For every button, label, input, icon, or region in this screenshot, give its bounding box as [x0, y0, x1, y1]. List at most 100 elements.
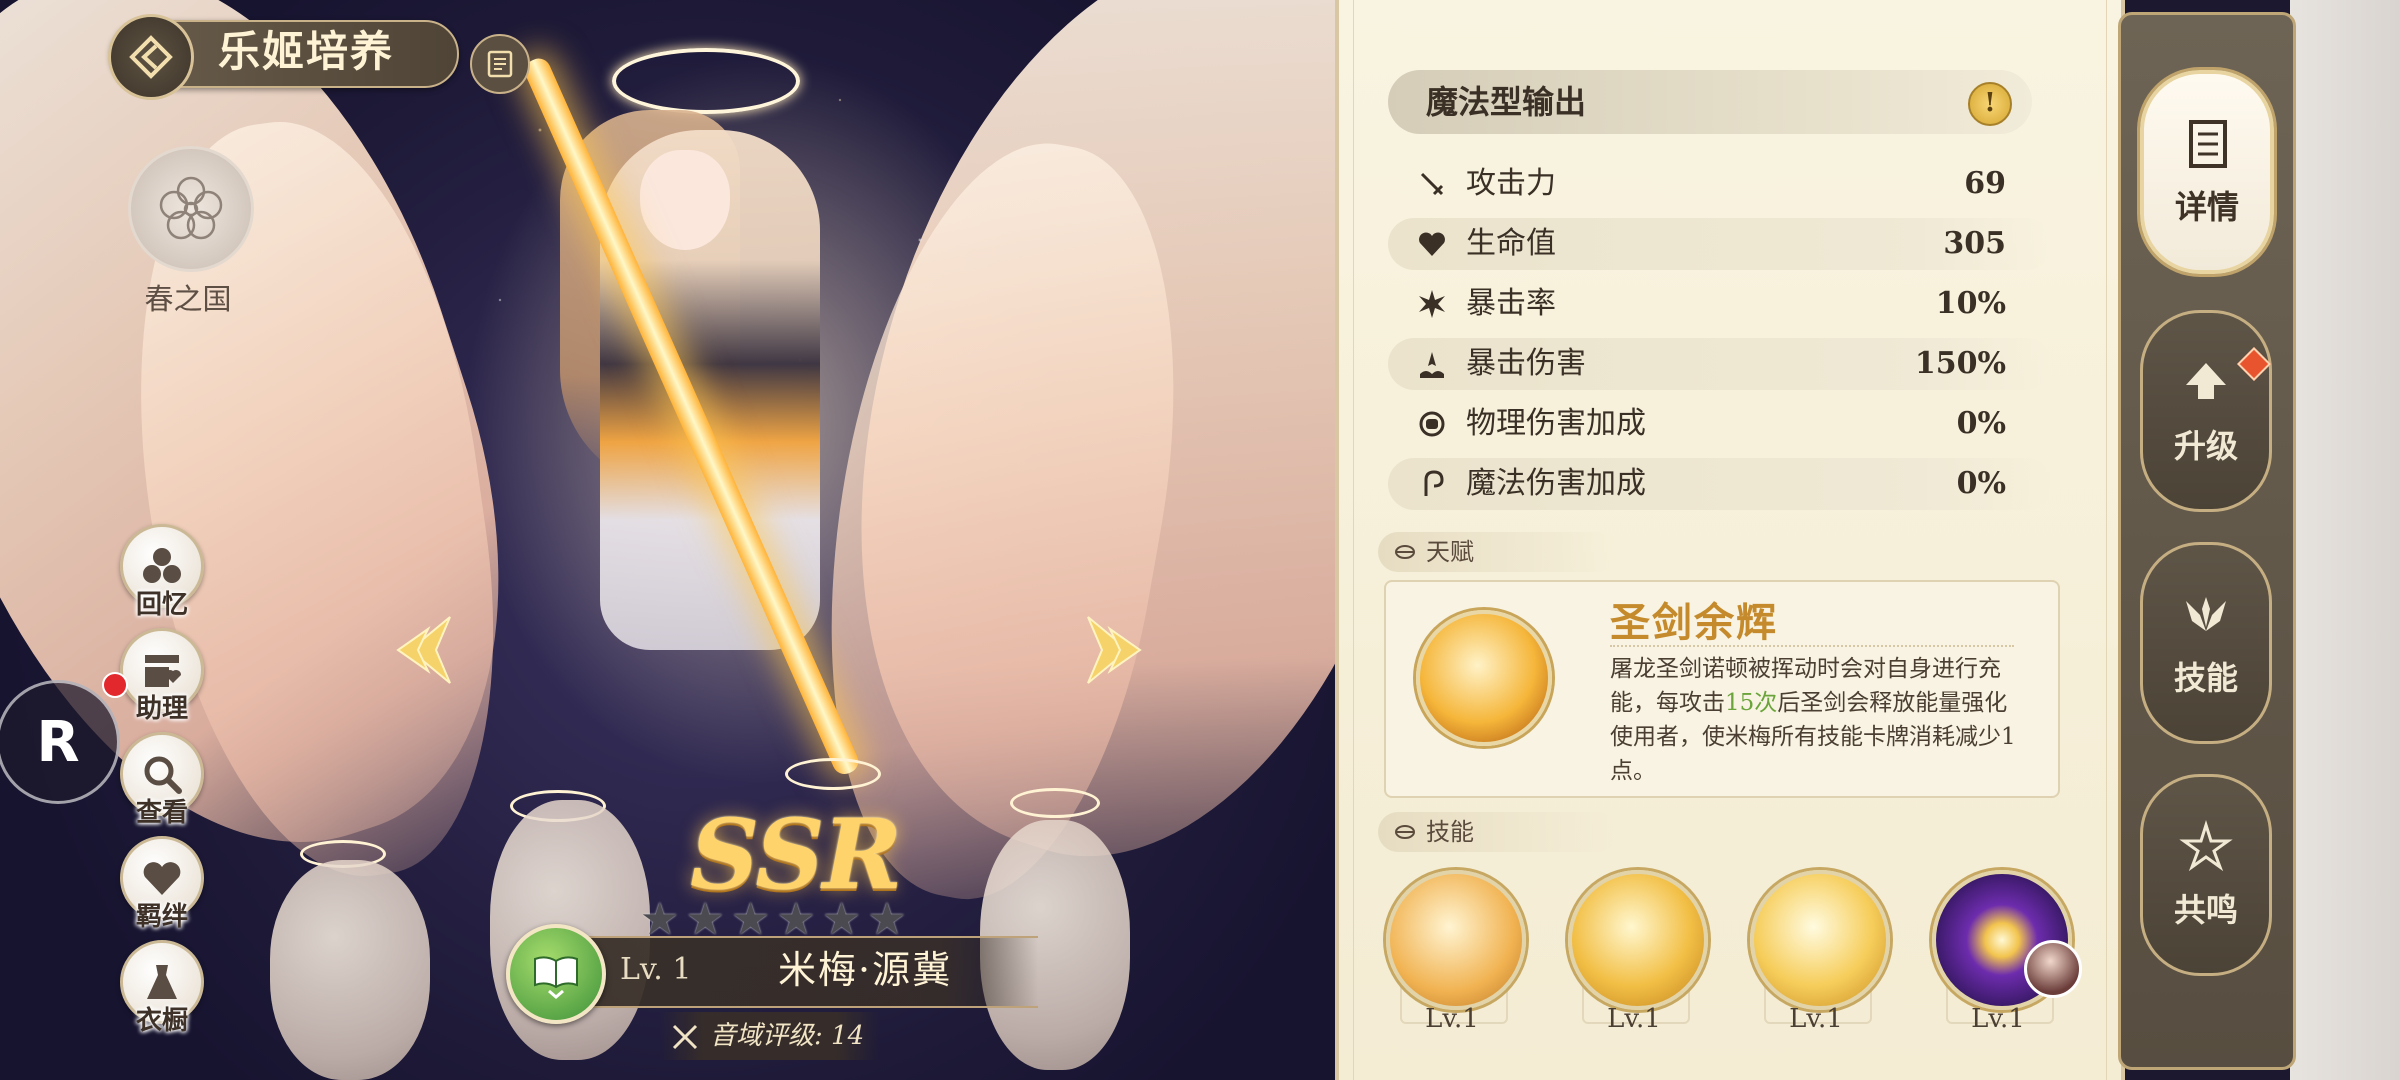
region-emblem[interactable]	[128, 146, 254, 272]
tab-resonance-shape: 共鸣	[2140, 774, 2272, 976]
character-halo	[612, 48, 800, 114]
talent-description: 屠龙圣剑诺顿被挥动时会对自身进行充能，每攻击15次后圣剑会释放能量强化使用者，使…	[1610, 652, 2030, 788]
tab-resonance-label: 共鸣	[2173, 891, 2238, 929]
skill-section-header: 技能	[1378, 812, 1618, 852]
stat-row-crit-rate: 暴击率 10%	[1388, 278, 2052, 330]
tab-resonance[interactable]: 共鸣	[2140, 774, 2272, 976]
tab-upgrade-shape: 升级	[2140, 310, 2272, 512]
assistant-notification-dot	[102, 672, 128, 698]
skill-4-level: Lv.1	[1971, 1004, 2025, 1034]
stat-value: 150%	[1914, 346, 2006, 381]
stat-value: 0%	[1956, 466, 2006, 501]
bond-label: 羁绊	[135, 902, 188, 932]
upgrade-arrow-icon	[2186, 363, 2226, 399]
fist-icon	[1419, 411, 1445, 437]
background-edge	[2290, 0, 2400, 1080]
skill-1-icon[interactable]	[1386, 870, 1526, 1010]
stat-label: 魔法伤害加成	[1466, 466, 1646, 501]
magnifier-icon	[144, 756, 182, 794]
memory-label: 回忆	[135, 590, 188, 620]
skill-2-icon[interactable]	[1568, 870, 1708, 1010]
stat-value: 0%	[1956, 406, 2006, 441]
character-name: 米梅·源冀	[778, 948, 953, 992]
view-label: 查看	[135, 798, 188, 828]
character-face	[640, 150, 730, 250]
stat-value: 10%	[1935, 286, 2006, 321]
assistant-label: 助理	[135, 694, 188, 724]
stat-row-attack: 攻击力 69	[1388, 158, 2052, 210]
stat-row-magic-bonus: 魔法伤害加成 0%	[1388, 458, 2052, 510]
stat-label: 生命值	[1466, 226, 1556, 261]
talent-name: 圣剑余辉	[1610, 599, 1778, 646]
talent-section-label: 天赋	[1426, 538, 1474, 566]
tab-details[interactable]: 详情	[2140, 70, 2274, 274]
stat-label: 物理伤害加成	[1466, 406, 1646, 441]
star-sparkle-icon	[2179, 819, 2233, 872]
wardrobe-label: 衣橱	[135, 1006, 188, 1036]
triple-circle-icon	[143, 548, 181, 583]
tab-details-shape: 详情	[2140, 70, 2274, 274]
tab-upgrade[interactable]: 升级	[2140, 310, 2272, 512]
wings-icon	[2186, 597, 2226, 631]
memory-button[interactable]: 回忆	[120, 524, 204, 621]
sword-icon	[1420, 172, 1444, 196]
wand-icon	[1424, 470, 1444, 496]
guide-button[interactable]	[470, 34, 530, 94]
previous-character-arrow-icon[interactable]	[388, 605, 478, 695]
talent-section-header: 天赋	[1378, 532, 1618, 572]
wave-icon	[1420, 352, 1444, 378]
region-label: 春之国	[144, 282, 232, 316]
stat-label: 暴击率	[1466, 286, 1556, 321]
skill-2-level: Lv.1	[1607, 1004, 1661, 1034]
skill-4-portrait	[2024, 940, 2082, 998]
dress-icon	[147, 965, 177, 999]
talent-desc-highlight: 15次	[1725, 690, 1778, 716]
cherub-figure	[270, 860, 430, 1080]
wardrobe-button[interactable]: 衣橱	[120, 940, 204, 1037]
view-button[interactable]: 查看	[120, 732, 204, 829]
burst-icon	[1419, 290, 1445, 318]
document-icon	[2189, 120, 2227, 168]
back-button[interactable]	[108, 14, 194, 100]
bond-button[interactable]: 羁绊	[120, 836, 204, 933]
assistant-icon	[145, 655, 181, 687]
tab-skills-label: 技能	[2173, 659, 2238, 697]
cherub-halo	[785, 758, 881, 790]
page-title: 乐姬培养	[218, 27, 395, 76]
tab-skills-shape: 技能	[2140, 542, 2272, 744]
assistant-button[interactable]: 助理	[120, 628, 204, 725]
skill-section-label: 技能	[1426, 818, 1474, 846]
eye-icon	[1395, 545, 1415, 559]
character-level: Lv. 1	[620, 952, 692, 987]
skill-3-level: Lv.1	[1789, 1004, 1843, 1034]
tab-upgrade-label: 升级	[2173, 427, 2238, 465]
talent-divider	[1610, 645, 2014, 647]
talent-icon[interactable]	[1416, 610, 1552, 746]
skill-1-level: Lv.1	[1425, 1004, 1479, 1034]
stat-row-hp: 生命值 305	[1388, 218, 2052, 270]
heart-icon	[1419, 232, 1445, 256]
stat-row-crit-damage: 暴击伤害 150%	[1388, 338, 2052, 390]
book-icon	[487, 50, 513, 78]
crossed-swords-icon	[672, 1024, 698, 1050]
tab-skills[interactable]: 技能	[2140, 542, 2272, 744]
cherub-halo	[1010, 788, 1100, 818]
stat-label: 暴击伤害	[1466, 346, 1586, 381]
eye-icon	[1395, 825, 1415, 839]
stat-value: 305	[1943, 226, 2006, 261]
tab-details-label: 详情	[2174, 188, 2239, 226]
next-character-arrow-icon[interactable]	[1060, 605, 1150, 695]
info-button[interactable]: !	[1968, 82, 2012, 126]
back-arrow-icon	[129, 35, 173, 79]
range-rating: 音域评级: 14	[710, 1021, 865, 1051]
stat-value: 69	[1964, 166, 2006, 201]
open-book-icon	[534, 956, 578, 999]
skill-3-icon[interactable]	[1750, 870, 1890, 1010]
r-badge-button[interactable]: R	[0, 680, 120, 804]
role-type: 魔法型输出	[1426, 83, 1587, 121]
heart-icon	[143, 862, 181, 895]
profile-book-button[interactable]	[506, 924, 606, 1024]
stat-row-physical-bonus: 物理伤害加成 0%	[1388, 398, 2052, 450]
stat-label: 攻击力	[1466, 166, 1556, 201]
flower-icon	[159, 176, 223, 240]
